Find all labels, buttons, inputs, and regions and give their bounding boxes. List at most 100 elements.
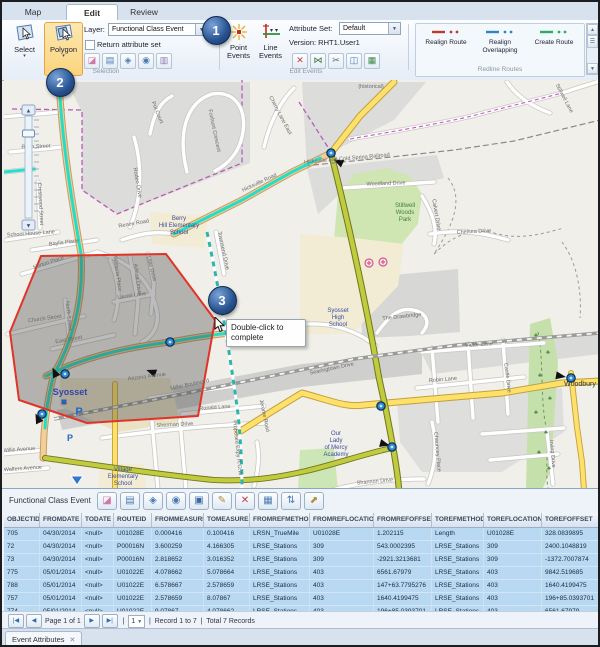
selection-mini-toolbar: ◪▤◈◉▥ bbox=[84, 53, 172, 69]
tab-edit[interactable]: Edit bbox=[66, 4, 118, 21]
redline-routes-group: Realign RouteRealign OverlappingCreate R… bbox=[415, 23, 585, 77]
attribute-set-combobox[interactable]: Default ▼ bbox=[339, 22, 401, 35]
table-cell: 757 bbox=[4, 593, 40, 605]
table-cell: 1640.4199475 bbox=[374, 593, 432, 605]
table-row[interactable]: 70504/30/2014<null>U01028E0.0004160.1004… bbox=[4, 528, 600, 541]
column-header[interactable]: TODATE bbox=[82, 513, 114, 527]
selection-options-icon[interactable]: ▥ bbox=[156, 53, 172, 69]
scroll-up-icon[interactable]: ▲ bbox=[587, 24, 598, 35]
last-page-button[interactable]: ▶| bbox=[102, 614, 118, 628]
tree-icon: ♣ bbox=[546, 350, 550, 356]
tab-map[interactable]: Map bbox=[14, 4, 52, 20]
save-icon[interactable]: ▣ bbox=[189, 492, 209, 510]
return-attribute-set-label: Return attribute set bbox=[97, 40, 161, 49]
table-cell: <null> bbox=[82, 593, 114, 605]
column-header[interactable]: OBJECTID bbox=[4, 513, 40, 527]
merge-events-icon[interactable]: ⋈ bbox=[310, 53, 326, 69]
table-row[interactable]: 75705/01/2014<null>U01022E2.5786598.0786… bbox=[4, 593, 600, 606]
column-header[interactable]: FROMMEASURE bbox=[152, 513, 204, 527]
edit-records-icon[interactable]: ✎ bbox=[212, 492, 232, 510]
clear-selection-icon[interactable]: ◪ bbox=[97, 492, 117, 510]
realign-overlapping-button[interactable]: Realign Overlapping bbox=[476, 28, 524, 68]
column-header[interactable]: ROUTEID bbox=[114, 513, 152, 527]
table-cell: 705 bbox=[4, 528, 40, 540]
table-cell: 403 bbox=[310, 580, 374, 592]
eraser-icon[interactable]: ◪ bbox=[84, 53, 100, 69]
zoom-selection-icon[interactable]: ◈ bbox=[120, 53, 136, 69]
table-cell: 2400.1048819 bbox=[542, 541, 600, 553]
column-header[interactable]: TOMEASURE bbox=[204, 513, 250, 527]
split-event-icon[interactable]: ✂ bbox=[328, 53, 344, 69]
table-cell: 3.600259 bbox=[152, 541, 204, 553]
column-header[interactable]: FROMDATE bbox=[40, 513, 82, 527]
first-page-button[interactable]: |◀ bbox=[8, 614, 24, 628]
drawing-tooltip: Double-click to complete bbox=[226, 319, 306, 347]
column-header[interactable]: TOREFLOCATION bbox=[484, 513, 542, 527]
export-icon[interactable]: ⬈ bbox=[304, 492, 324, 510]
grid-icon[interactable]: ▦ bbox=[364, 53, 380, 69]
list-icon[interactable]: ▤ bbox=[102, 53, 118, 69]
table-cell: 72 bbox=[4, 541, 40, 553]
mouse-cursor bbox=[214, 317, 226, 333]
column-header[interactable]: FROMREFMETHOD bbox=[250, 513, 310, 527]
next-page-button[interactable]: ▶ bbox=[84, 614, 100, 628]
page-select[interactable]: 1 ▼ bbox=[128, 615, 145, 628]
selection-polygon[interactable] bbox=[10, 254, 215, 423]
table-cell: LRSE_Stations bbox=[250, 567, 310, 579]
select-button[interactable]: Select ▾ bbox=[6, 22, 43, 76]
table-row[interactable]: 7304/30/2014<null>P00016N2.8186523.01635… bbox=[4, 554, 600, 567]
remove-event-icon[interactable]: ✕ bbox=[292, 53, 308, 69]
table-row[interactable]: 77505/01/2014<null>U01022E4.0786625.0786… bbox=[4, 567, 600, 580]
realign-route-button[interactable]: Realign Route bbox=[422, 28, 470, 68]
delete-records-icon[interactable]: ✕ bbox=[235, 492, 255, 510]
column-header[interactable]: FROMREFLOCATION bbox=[310, 513, 374, 527]
table-options-icon[interactable]: ▦ bbox=[258, 492, 278, 510]
create-route-button[interactable]: Create Route bbox=[530, 28, 578, 68]
column-header[interactable]: TOREFOFFSET bbox=[542, 513, 600, 527]
table-cell: 328.0839895 bbox=[542, 528, 600, 540]
polygon-dropdown-caret[interactable]: ▾ bbox=[45, 54, 82, 58]
return-attribute-set-checkbox[interactable] bbox=[85, 40, 95, 50]
layer-combobox[interactable]: Functional Class Event ▼ bbox=[108, 23, 208, 36]
panel-toolbar: ◪▤◈◉▣✎✕▦⇅⬈ bbox=[97, 492, 324, 510]
table-cell: <null> bbox=[82, 580, 114, 592]
event-attributes-panel: Functional Class Event ◪▤◈◉▣✎✕▦⇅⬈ OBJECT… bbox=[2, 488, 598, 647]
table-cell: 0.100416 bbox=[204, 528, 250, 540]
table-cell: LRSE_Stations bbox=[432, 541, 484, 553]
attribute-window-icon[interactable]: ◫ bbox=[346, 53, 362, 69]
pan-to-selected-icon[interactable]: ◉ bbox=[166, 492, 186, 510]
zoom-in-icon: ▲ bbox=[26, 109, 32, 115]
pan-selection-icon[interactable]: ◉ bbox=[138, 53, 154, 69]
column-header[interactable]: TOREFMETHOD bbox=[432, 513, 484, 527]
map-canvas[interactable]: ♣♣♣♣♣♣♣♣PP Arizona AvenueSherman DriveRo… bbox=[4, 80, 600, 490]
redline-icon bbox=[485, 28, 515, 36]
table-cell: <null> bbox=[82, 528, 114, 540]
close-tab-icon[interactable]: ✕ bbox=[70, 637, 76, 644]
table-row[interactable]: 78805/01/2014<null>U01022E6.5786672.5786… bbox=[4, 580, 600, 593]
callout-badge-1: 1 bbox=[202, 16, 231, 45]
table-cell: LRSN_TrueMile bbox=[250, 528, 310, 540]
prev-page-button[interactable]: ◀ bbox=[26, 614, 42, 628]
table-row[interactable]: 7204/30/2014<null>P00016N3.6002594.16630… bbox=[4, 541, 600, 554]
table-cell: U01022E bbox=[114, 567, 152, 579]
column-header[interactable]: FROMREFOFFSET bbox=[374, 513, 432, 527]
sort-icon[interactable]: ⇅ bbox=[281, 492, 301, 510]
total-records-label: Total 7 Records bbox=[206, 618, 255, 625]
redline-icon bbox=[431, 28, 461, 36]
attribute-set-combo-arrow[interactable]: ▼ bbox=[388, 23, 400, 34]
table-cell: P00016N bbox=[114, 541, 152, 553]
attribute-list-icon[interactable]: ▤ bbox=[120, 492, 140, 510]
tree-icon: ♣ bbox=[538, 373, 542, 379]
record-range-label: Record 1 to 7 bbox=[155, 618, 197, 625]
ribbon-scrollbar[interactable]: ▲ ☰ ▼ bbox=[586, 23, 599, 75]
tab-review[interactable]: Review bbox=[120, 4, 168, 20]
table-cell: LRSE_Stations bbox=[250, 580, 310, 592]
table-cell: 0.000416 bbox=[152, 528, 204, 540]
table-cell: 6561.67979 bbox=[374, 567, 432, 579]
select-dropdown-caret[interactable]: ▾ bbox=[7, 54, 42, 58]
scroll-thumb[interactable]: ☰ bbox=[587, 35, 598, 48]
edit-events-mini-toolbar: ✕⋈✂◫▦ bbox=[292, 53, 380, 69]
tab-event-attributes[interactable]: Event Attributes✕ bbox=[5, 631, 82, 647]
zoom-to-selected-icon[interactable]: ◈ bbox=[143, 492, 163, 510]
scroll-down-icon[interactable]: ▼ bbox=[587, 63, 598, 74]
